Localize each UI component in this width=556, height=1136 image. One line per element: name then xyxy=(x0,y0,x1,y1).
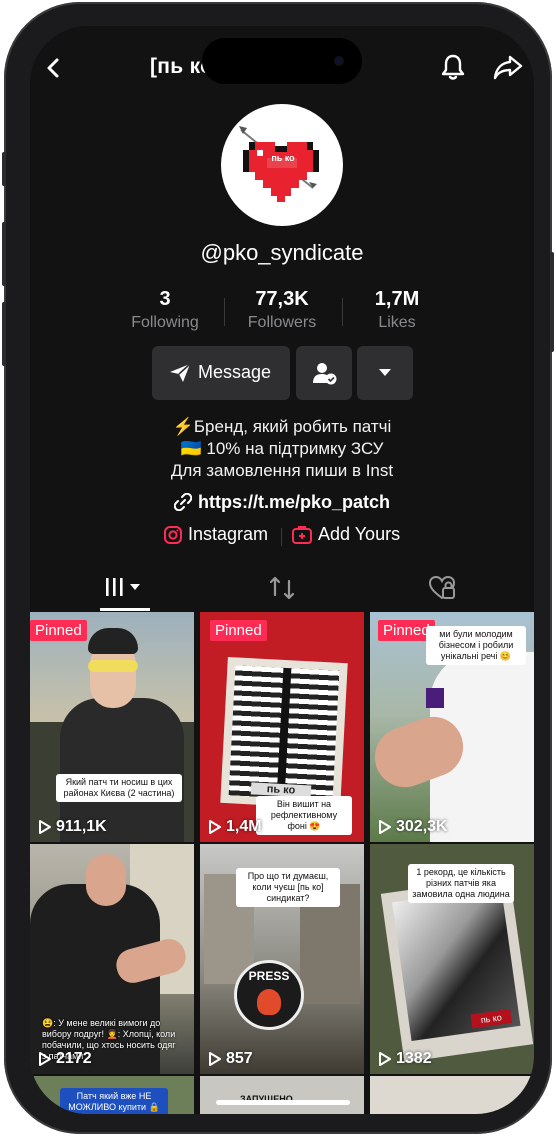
play-icon xyxy=(379,820,391,834)
video-caption: Про що ти думаєш, коли чуєш [пь ко] синд… xyxy=(236,868,340,907)
view-count-value: 1382 xyxy=(396,1050,432,1067)
press-patch-text: PRESS xyxy=(248,969,290,983)
video-thumbnail[interactable]: Pinned ми були молодим бізнесом і робили… xyxy=(370,612,534,842)
followers-count: 77,3K xyxy=(255,288,309,310)
view-count: 2172 xyxy=(38,1050,92,1068)
grid-icon xyxy=(106,578,140,596)
front-camera xyxy=(334,56,344,66)
video-caption: Який патч ти носиш в цих районах Києва (… xyxy=(56,774,182,802)
link-icon xyxy=(173,493,192,511)
pixel-heart-logo xyxy=(239,126,319,202)
home-indicator[interactable] xyxy=(216,1100,350,1105)
avatar-logo-text: пь ко xyxy=(271,153,295,163)
view-count-value: 911,1K xyxy=(56,818,107,835)
avatar[interactable]: пь ко xyxy=(221,104,343,226)
stat-likes[interactable]: 1,7M Likes xyxy=(342,288,452,332)
following-count: 3 xyxy=(159,288,171,310)
patch-xray: пь ко xyxy=(220,656,348,810)
play-icon xyxy=(209,820,221,834)
message-button-label: Message xyxy=(198,362,272,382)
anime-patch: пь ко xyxy=(380,875,534,1063)
user-check-icon xyxy=(313,363,337,385)
add-yours-link[interactable]: Add Yours xyxy=(292,524,400,545)
chevron-left-icon[interactable] xyxy=(40,54,68,82)
view-count: 1,4M xyxy=(208,818,262,836)
bio-line: 🇺🇦 10% на підтримку ЗСУ xyxy=(180,439,384,458)
phone-frame: [пь ко] синдicate xyxy=(2,2,554,1134)
video-thumbnail[interactable]: 😫: У мене великі вимоги до вибору подруг… xyxy=(30,844,194,1074)
add-yours-label: Add Yours xyxy=(318,524,401,544)
profile-stats: 3 Following 77,3K Followers 1,7M Likes xyxy=(110,288,454,338)
tab-videos[interactable] xyxy=(100,570,150,611)
profile-link[interactable]: https://t.me/pko_patch xyxy=(30,492,534,513)
bell-icon[interactable] xyxy=(438,52,468,82)
play-icon xyxy=(209,1052,221,1066)
view-count: 911,1K xyxy=(38,818,107,836)
bio: ⚡Бренд, який робить патчі 🇺🇦 10% на підт… xyxy=(30,416,534,482)
play-icon xyxy=(379,1052,391,1066)
instagram-link[interactable]: Instagram xyxy=(164,524,268,545)
stat-divider xyxy=(224,298,225,326)
profile-link-text: https://t.me/pko_patch xyxy=(197,492,390,512)
active-tab-indicator xyxy=(100,608,150,611)
send-icon xyxy=(170,363,191,382)
view-count: 302,3K xyxy=(378,818,448,836)
person-beanie xyxy=(88,628,138,654)
view-count: 857 xyxy=(208,1050,253,1068)
video-thumbnail[interactable]: пь ко 1 рекорд, це кількість різних патч… xyxy=(370,844,534,1074)
mute-switch xyxy=(2,152,6,186)
dynamic-island xyxy=(202,38,362,84)
video-caption: ми були молодим бізнесом і робили унікал… xyxy=(426,626,526,665)
message-button[interactable]: Message xyxy=(152,346,290,400)
stat-following[interactable]: 3 Following xyxy=(110,288,220,332)
social-divider xyxy=(281,528,282,546)
video-thumbnail[interactable]: Pinned Який патч ти носиш в цих районах … xyxy=(30,612,194,842)
video-thumbnail[interactable] xyxy=(370,1076,534,1114)
add-yours-icon xyxy=(292,525,312,544)
followers-label: Followers xyxy=(247,314,317,331)
person-face xyxy=(86,854,126,906)
video-thumbnail[interactable]: пь ко Pinned Він вишит на рефлективному … xyxy=(200,612,364,842)
yellow-glasses xyxy=(88,660,138,672)
following-label: Following xyxy=(131,314,199,331)
sleeve-patch xyxy=(426,688,444,708)
stat-followers[interactable]: 77,3K Followers xyxy=(227,288,337,332)
bio-line: ⚡Бренд, який робить патчі xyxy=(172,417,392,436)
share-arrow-icon[interactable] xyxy=(492,52,524,82)
view-count-value: 2172 xyxy=(56,1050,92,1067)
pinned-badge: Pinned xyxy=(210,620,267,641)
username: @pko_syndicate xyxy=(200,240,364,265)
instagram-icon xyxy=(164,525,182,544)
volume-up-button xyxy=(2,222,6,286)
video-thumbnail[interactable]: ЗАПУЩЕНО xyxy=(200,1076,364,1114)
volume-down-button xyxy=(2,302,6,366)
video-caption: 1 рекорд, це кількість різних патчів яка… xyxy=(408,864,514,903)
pinned-badge: Pinned xyxy=(30,620,87,641)
play-icon xyxy=(39,820,51,834)
flame-graphic xyxy=(257,989,281,1015)
power-button xyxy=(550,252,554,352)
bio-line: Для замовлення пиши в Inst xyxy=(170,461,394,480)
content-tabs xyxy=(30,570,534,612)
app-screen: [пь ко] синдicate xyxy=(30,26,534,1114)
add-friend-button[interactable] xyxy=(296,346,352,400)
video-thumbnail[interactable]: Патч який вже НЕ МОЖЛИВО купити 🔒 xyxy=(30,1076,194,1114)
view-count-value: 857 xyxy=(226,1050,253,1067)
video-thumbnail[interactable]: PRESS Про що ти думаєш, коли чуєш [пь ко… xyxy=(200,844,364,1074)
instagram-label: Instagram xyxy=(188,524,269,544)
likes-count: 1,7M xyxy=(374,288,420,310)
likes-label: Likes xyxy=(378,314,416,331)
play-icon xyxy=(39,1052,51,1066)
liked-hidden-icon[interactable] xyxy=(428,575,456,601)
repost-icon[interactable] xyxy=(269,575,295,601)
more-options-button[interactable] xyxy=(357,346,413,400)
video-caption: Він вишит на рефлективному фоні 😍 xyxy=(256,796,352,835)
press-patch: PRESS xyxy=(234,960,304,1030)
social-links: Instagram Add Yours xyxy=(30,524,534,550)
caret-down-icon xyxy=(379,369,391,376)
view-count-value: 1,4M xyxy=(226,818,262,835)
view-count-value: 302,3K xyxy=(396,818,448,835)
video-caption: Патч який вже НЕ МОЖЛИВО купити 🔒 xyxy=(60,1088,168,1114)
view-count: 1382 xyxy=(378,1050,432,1068)
